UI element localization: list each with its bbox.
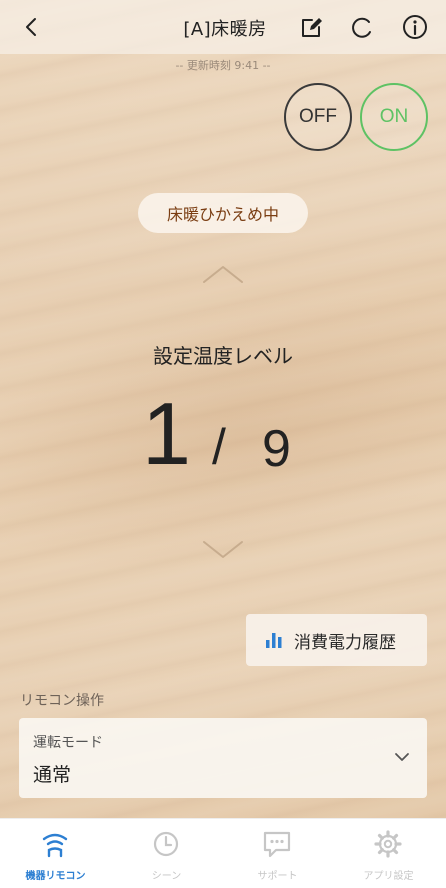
status-badge: 床暖ひかえめ中 — [138, 193, 308, 233]
chevron-down-icon — [395, 753, 409, 761]
tab-bar: 機器リモコン シーン サポート アプリ設定 — [0, 818, 446, 888]
page-title: [A]床暖房 — [183, 19, 267, 40]
header-bar: [A]床暖房 — [0, 0, 446, 54]
remote-section-label: リモコン操作 — [20, 693, 104, 709]
power-history-button[interactable]: 消費電力履歴 — [246, 614, 427, 666]
level-label: 設定温度レベル — [153, 344, 293, 368]
tab-scene[interactable]: シーン — [111, 819, 222, 888]
tab-support-label: サポート — [257, 871, 298, 882]
wifi-icon — [42, 833, 68, 858]
tab-remote[interactable]: 機器リモコン — [0, 819, 111, 888]
tab-app-settings[interactable]: アプリ設定 — [333, 819, 444, 888]
level-up-button[interactable] — [200, 262, 246, 288]
operation-mode-select[interactable]: 運転モード 通常 — [19, 718, 427, 798]
refresh-button[interactable] — [348, 13, 376, 41]
chevron-left-icon — [26, 18, 36, 36]
off-button[interactable]: OFF — [284, 83, 352, 151]
info-icon — [403, 15, 427, 39]
level-current-value: 1 — [142, 384, 191, 483]
tab-support[interactable]: サポート — [222, 819, 333, 888]
back-button[interactable] — [16, 12, 46, 42]
edit-button[interactable] — [298, 13, 326, 41]
level-down-button[interactable] — [200, 536, 246, 562]
tab-app-settings-label: アプリ設定 — [363, 871, 414, 882]
updated-time: -- 更新時刻 9:41 -- — [175, 59, 271, 72]
tab-scene-label: シーン — [151, 871, 182, 882]
level-max-value: 9 — [262, 420, 291, 478]
operation-mode-value: 通常 — [33, 764, 72, 786]
tab-remote-label: 機器リモコン — [25, 871, 86, 882]
refresh-icon — [352, 17, 371, 38]
operation-mode-label: 運転モード — [33, 735, 103, 751]
chat-icon — [263, 831, 291, 858]
clock-icon — [153, 831, 179, 857]
level-separator: / — [212, 419, 226, 475]
chevron-down-icon — [203, 541, 243, 558]
gear-icon — [374, 830, 402, 858]
bar-chart-icon — [266, 633, 282, 648]
info-button[interactable] — [401, 13, 429, 41]
power-history-label: 消費電力履歴 — [294, 632, 396, 653]
chevron-up-icon — [203, 266, 243, 283]
on-button[interactable]: ON — [360, 83, 428, 151]
edit-icon — [302, 18, 322, 37]
